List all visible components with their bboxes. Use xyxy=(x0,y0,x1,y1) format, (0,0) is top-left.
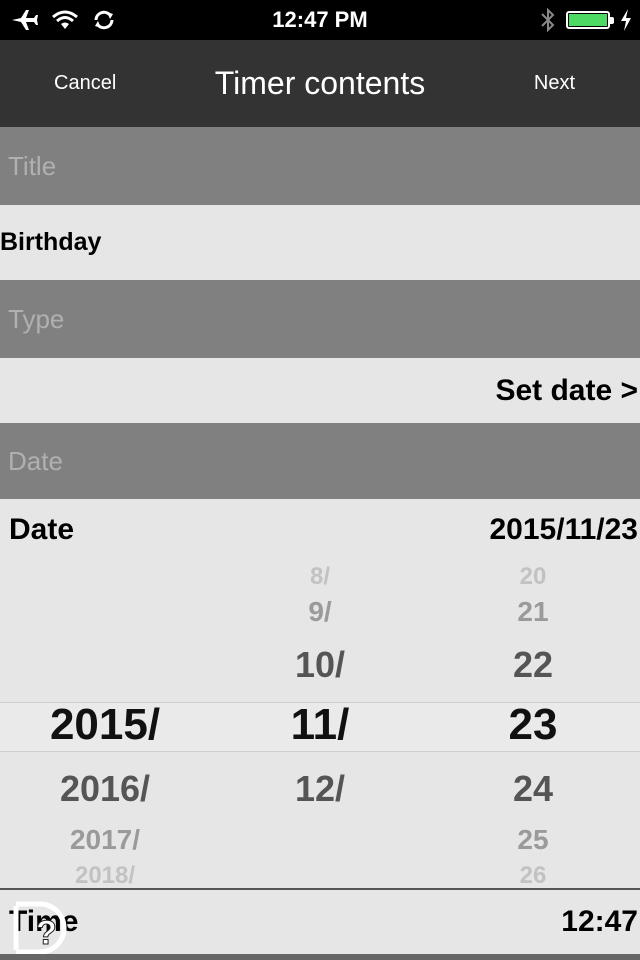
year-selected[interactable]: 2015/ xyxy=(0,700,210,750)
year-option[interactable]: 2017/ xyxy=(0,824,210,856)
date-picker[interactable]: 2015/ 2016/ 2017/ 2018/ 8/ 9/ 10/ 11/ 12… xyxy=(0,560,640,888)
date-value: 2015/11/23 xyxy=(489,513,639,546)
status-right-icons xyxy=(540,6,632,34)
day-option[interactable]: 20 xyxy=(430,563,636,591)
charging-icon xyxy=(621,9,631,31)
day-option[interactable]: 22 xyxy=(430,644,636,686)
month-option[interactable]: 10/ xyxy=(210,644,430,686)
bottom-edge xyxy=(0,954,640,960)
bluetooth-icon xyxy=(541,7,555,33)
day-option[interactable]: 24 xyxy=(430,768,636,810)
day-option[interactable]: 25 xyxy=(430,824,636,856)
date-section-header: Date xyxy=(0,423,640,499)
navigation-bar: Cancel Timer contents Next xyxy=(0,40,640,127)
battery-icon xyxy=(566,11,614,29)
battery-level xyxy=(569,14,607,26)
set-date-button[interactable]: Set date > xyxy=(495,358,638,423)
type-section-header: Type xyxy=(0,280,640,358)
next-button[interactable]: Next xyxy=(534,40,575,127)
year-option[interactable]: 2018/ xyxy=(0,862,210,888)
svg-text:?: ? xyxy=(36,914,57,952)
month-option[interactable]: 12/ xyxy=(210,768,430,810)
date-label: Date xyxy=(9,513,75,546)
year-wheel[interactable]: 2015/ 2016/ 2017/ 2018/ xyxy=(0,560,210,888)
help-icon[interactable]: ? xyxy=(6,900,72,956)
month-selected[interactable]: 11/ xyxy=(210,700,430,750)
day-wheel[interactable]: 20 21 22 23 24 25 26 xyxy=(430,560,636,888)
title-field[interactable]: Birthday xyxy=(0,205,640,280)
year-option[interactable]: 2016/ xyxy=(0,768,210,810)
month-option[interactable]: 9/ xyxy=(210,596,430,628)
type-row: Set date > xyxy=(0,358,640,423)
month-option[interactable]: 8/ xyxy=(210,563,430,591)
time-value[interactable]: 12:47 xyxy=(561,905,638,939)
day-selected[interactable]: 23 xyxy=(430,700,636,750)
day-option[interactable]: 21 xyxy=(430,596,636,628)
cancel-button[interactable]: Cancel xyxy=(54,40,116,127)
status-bar: 12:47 PM xyxy=(0,0,640,40)
picker-divider xyxy=(0,888,640,890)
month-wheel[interactable]: 8/ 9/ 10/ 11/ 12/ xyxy=(210,560,430,888)
title-section-header: Title xyxy=(0,127,640,205)
day-option[interactable]: 26 xyxy=(430,862,636,888)
